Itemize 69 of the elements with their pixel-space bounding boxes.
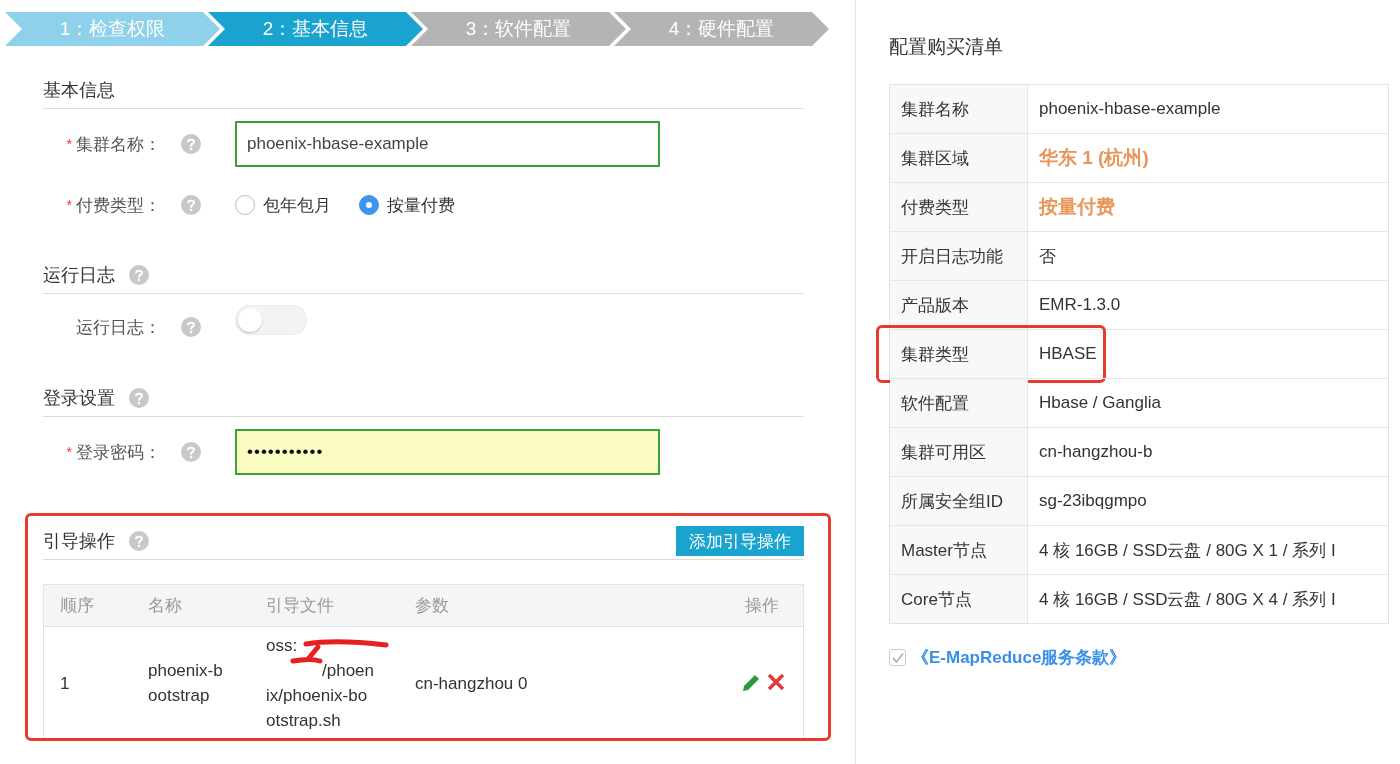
radio-label: 包年包月 bbox=[263, 194, 331, 217]
wizard-step[interactable]: 3：软件配置 bbox=[411, 12, 626, 46]
help-icon[interactable] bbox=[181, 134, 201, 154]
column-header: 顺序 bbox=[59, 595, 95, 617]
required-mark: * bbox=[66, 197, 72, 213]
radio-button[interactable] bbox=[235, 195, 255, 215]
column-header: 参数 bbox=[414, 595, 450, 617]
table-cell-text: cn-hangzhou 0 bbox=[414, 672, 529, 695]
section-title: 登录设置 bbox=[43, 387, 115, 410]
help-icon[interactable] bbox=[181, 195, 201, 215]
add-bootstrap-button[interactable]: 添加引导操作 bbox=[676, 526, 804, 556]
field-label: 付费类型： bbox=[76, 194, 161, 217]
help-icon[interactable] bbox=[129, 531, 149, 551]
summary-value: sg-23ibqgmpo bbox=[1038, 490, 1148, 512]
summary-label: 付费类型 bbox=[890, 183, 1028, 231]
field-label: 登录密码： bbox=[76, 441, 161, 464]
required-mark: * bbox=[66, 136, 72, 152]
field-label: 集群名称： bbox=[76, 133, 161, 156]
summary-value: cn-hangzhou-b bbox=[1038, 441, 1154, 463]
summary-label: 产品版本 bbox=[890, 281, 1028, 329]
summary-label: 集群类型 bbox=[890, 330, 1028, 378]
pencil-icon[interactable] bbox=[741, 673, 761, 693]
summary-label: 所属安全组ID bbox=[890, 477, 1028, 525]
table-cell-text: phoenix-bootstrap bbox=[148, 660, 224, 707]
file-path-line: otstrap.sh bbox=[266, 710, 341, 732]
wizard-step[interactable]: 4：硬件配置 bbox=[614, 12, 829, 46]
field-label: 运行日志： bbox=[76, 316, 161, 339]
summary-label: Core节点 bbox=[890, 575, 1028, 623]
summary-value: HBASE bbox=[1038, 343, 1098, 365]
section-title: 运行日志 bbox=[43, 264, 115, 287]
summary-label: 集群可用区 bbox=[890, 428, 1028, 476]
summary-label: 集群名称 bbox=[890, 85, 1028, 133]
file-path-line: /phoen bbox=[321, 660, 374, 682]
required-mark: * bbox=[66, 444, 72, 460]
column-header: 引导文件 bbox=[265, 595, 335, 617]
text-field[interactable]: phoenix-hbase-example bbox=[235, 121, 660, 167]
help-icon[interactable] bbox=[129, 388, 149, 408]
summary-value: 否 bbox=[1038, 245, 1057, 268]
summary-value: 华东 1 (杭州) bbox=[1038, 146, 1150, 170]
column-header: 名称 bbox=[147, 595, 183, 617]
summary-value: 按量付费 bbox=[1037, 195, 1116, 219]
table-cell-text: 1 bbox=[59, 672, 71, 695]
summary-value: Hbase / Ganglia bbox=[1038, 392, 1162, 414]
checkbox[interactable] bbox=[889, 649, 906, 666]
help-icon[interactable] bbox=[181, 442, 201, 462]
wizard-step[interactable]: 2：基本信息 bbox=[208, 12, 423, 46]
section-title: 基本信息 bbox=[43, 79, 115, 102]
summary-value: 4 核 16GB / SSD云盘 / 80G X 4 / 系列 I bbox=[1038, 588, 1337, 611]
column-header: 操作 bbox=[744, 595, 780, 617]
summary-title: 配置购买清单 bbox=[889, 35, 1004, 59]
summary-label: 软件配置 bbox=[890, 379, 1028, 427]
file-path-line: ix/phoenix-bo bbox=[266, 685, 368, 707]
radio-label: 按量付费 bbox=[387, 194, 455, 217]
summary-value: 4 核 16GB / SSD云盘 / 80G X 1 / 系列 I bbox=[1038, 539, 1337, 562]
wizard-step[interactable]: 1：检查权限 bbox=[5, 12, 220, 46]
summary-label: 开启日志功能 bbox=[890, 232, 1028, 280]
terms-link[interactable]: 《E-MapReduce服务条款》 bbox=[912, 646, 1127, 669]
summary-value: EMR-1.3.0 bbox=[1038, 294, 1122, 316]
file-path-line: oss: bbox=[266, 635, 298, 657]
summary-label: 集群区域 bbox=[890, 134, 1028, 182]
delete-icon[interactable] bbox=[767, 673, 785, 691]
help-icon[interactable] bbox=[129, 265, 149, 285]
radio-button[interactable] bbox=[359, 195, 379, 215]
password-field[interactable]: ••••••••••• bbox=[235, 429, 660, 475]
help-icon[interactable] bbox=[181, 317, 201, 337]
summary-value: phoenix-hbase-example bbox=[1038, 98, 1222, 120]
toggle-switch[interactable] bbox=[235, 305, 307, 335]
summary-label: Master节点 bbox=[890, 526, 1028, 574]
section-title: 引导操作 bbox=[43, 530, 115, 553]
